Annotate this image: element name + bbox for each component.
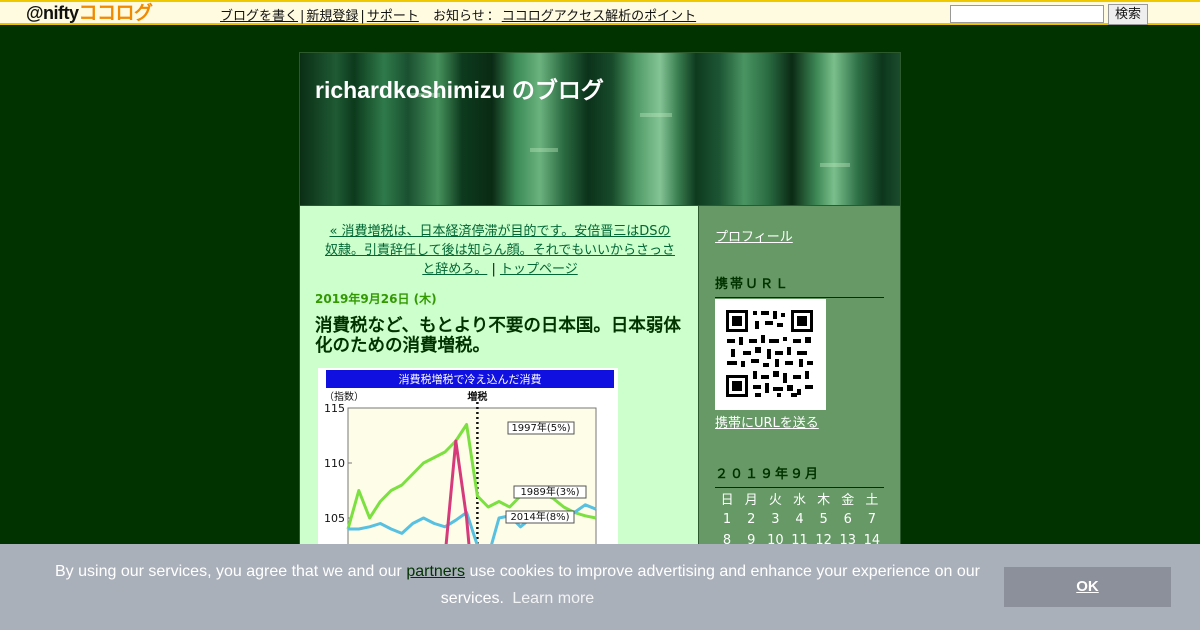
support-link[interactable]: サポート <box>367 9 419 24</box>
calendar-day[interactable]: 5 <box>812 509 836 530</box>
calendar-weekday: 土 <box>865 493 879 508</box>
write-blog-link[interactable]: ブログを書く <box>220 9 298 24</box>
notice-colon: ： <box>486 9 500 24</box>
calendar-weekday: 金 <box>841 493 855 508</box>
qr-code <box>715 299 826 410</box>
signup-link[interactable]: 新規登録 <box>306 9 358 24</box>
logo-prefix: @nifty <box>26 3 79 23</box>
calendar-day[interactable]: 3 <box>763 509 787 530</box>
top-links: ブログを書く | 新規登録 | サポート お知らせ：ココログアクセス解析のポイント <box>220 5 696 24</box>
calendar-weekday: 月 <box>744 493 758 508</box>
bamboo-node <box>820 163 850 167</box>
chart-y-tick-label: 105 <box>324 512 345 525</box>
calendar-heading: ２０１９年９月 <box>715 463 884 488</box>
chart-y-tick-label: 110 <box>324 457 345 470</box>
post-navigation: « 消費増税は、日本経済停滞が目的です。安倍晋三はDSの奴隷。引責辞任して後は知… <box>325 222 675 279</box>
nav-separator: | <box>491 262 496 277</box>
calendar-weekday: 水 <box>792 493 806 508</box>
calendar-weekday-row: 日 月 火 水 木 金 土 <box>715 488 884 509</box>
send-url-to-mobile-link[interactable]: 携帯にURLを送る <box>715 412 819 431</box>
bamboo-banner: richardkoshimizu のブログ <box>300 53 900 205</box>
chart-legend-label: 2014年(8%) <box>510 510 569 523</box>
profile-link[interactable]: プロフィール <box>715 226 793 245</box>
chart-y-tick-label: 115 <box>324 402 345 415</box>
top-page-link[interactable]: トップページ <box>500 262 578 277</box>
calendar-day[interactable]: 4 <box>787 509 811 530</box>
notice-link[interactable]: ココログアクセス解析のポイント <box>502 9 696 24</box>
search-button[interactable]: 検索 <box>1108 4 1148 25</box>
logo-brand: ココログ <box>78 3 154 24</box>
calendar-weekday: 木 <box>817 493 831 508</box>
nifty-cocolog-logo[interactable]: @niftyココログ <box>26 3 154 24</box>
cookie-text-before: By using our services, you agree that we… <box>55 563 407 580</box>
link-separator: | <box>300 9 305 24</box>
bamboo-node <box>640 113 672 117</box>
learn-more-link[interactable]: Learn more <box>512 590 594 607</box>
partners-link[interactable]: partners <box>406 563 465 580</box>
chart-legend-label: 1997年(5%) <box>511 421 570 434</box>
chart-legend-label: 1989年(3%) <box>520 485 579 498</box>
top-bar: @niftyココログ ブログを書く | 新規登録 | サポート お知らせ：ココログアクセ… <box>0 0 1200 25</box>
search-input[interactable] <box>950 5 1104 23</box>
calendar-week-row: 1 2 3 4 5 6 7 <box>715 509 884 530</box>
calendar-day[interactable]: 6 <box>836 509 860 530</box>
cookie-message: By using our services, you agree that we… <box>40 558 995 612</box>
blog-title[interactable]: richardkoshimizu のブログ <box>315 71 604 105</box>
chart-title: 消費税増税で冷え込んだ消費 <box>399 372 542 386</box>
mobile-url-heading: 携帯ＵＲＬ <box>715 273 884 298</box>
link-separator: | <box>360 9 365 24</box>
calendar-day[interactable]: 2 <box>739 509 763 530</box>
calendar-day[interactable]: 7 <box>860 509 884 530</box>
chart-event-label: 増税 <box>467 390 487 403</box>
calendar: 日 月 火 水 木 金 土 1 2 3 4 5 6 7 8 9 10 11 12… <box>715 488 884 551</box>
qr-code-icon <box>726 310 813 397</box>
bamboo-node <box>530 148 558 152</box>
notice-label: お知らせ <box>432 9 485 24</box>
calendar-day[interactable]: 1 <box>715 509 739 530</box>
post-title: 消費税など、もとより不要の日本国。日本弱体化のための消費増税。 <box>315 316 681 356</box>
post-date: 2019年9月26日 (木) <box>315 292 437 306</box>
cookie-ok-button[interactable]: OK <box>1004 567 1171 607</box>
calendar-weekday: 日 <box>720 493 734 508</box>
calendar-weekday: 火 <box>768 493 782 508</box>
cookie-consent-bar: By using our services, you agree that we… <box>0 544 1200 630</box>
